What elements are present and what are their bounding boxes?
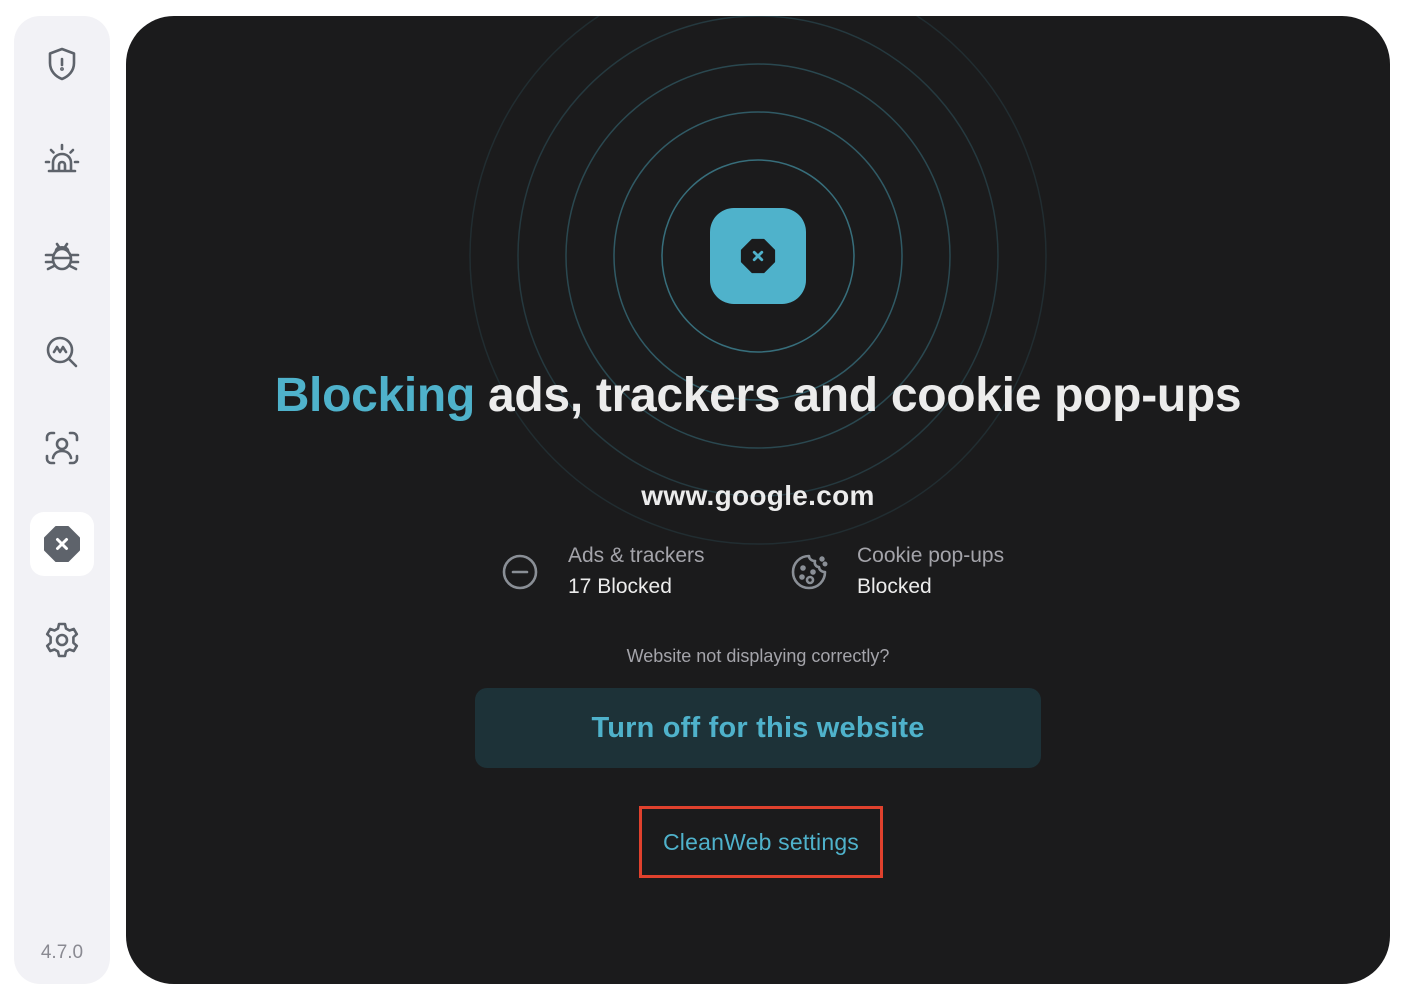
nav-item-cleanweb[interactable] [30, 512, 94, 576]
stop-octagon-icon [740, 238, 776, 274]
nav-item-alarm[interactable] [30, 128, 94, 192]
cleanweb-hero-badge [710, 208, 806, 304]
cookie-popups-status: Blocked [857, 575, 932, 598]
title-rest: ads, trackers and cookie pop-ups [474, 369, 1242, 422]
ads-trackers-stat: Ads & trackers 17 Blocked [500, 542, 705, 602]
ads-trackers-label: Ads & trackers [568, 544, 705, 567]
ads-trackers-count: 17 Blocked [568, 575, 672, 598]
nav-item-search[interactable] [30, 320, 94, 384]
help-question: Website not displaying correctly? [626, 646, 890, 666]
sidebar: 4.7.0 [14, 16, 110, 984]
cookie-popups-stat: Cookie pop-ups Blocked [789, 542, 1004, 602]
face-scan-icon [45, 431, 79, 465]
cleanweb-settings-link[interactable]: CleanWeb settings [639, 806, 883, 878]
version-label: 4.7.0 [40, 942, 84, 963]
minus-circle-icon [502, 554, 538, 590]
search-scan-icon [46, 336, 78, 368]
nav-item-identity[interactable] [30, 416, 94, 480]
nav-item-shield[interactable] [30, 32, 94, 96]
shield-icon [48, 47, 76, 81]
nav-item-bug[interactable] [30, 224, 94, 288]
current-domain: www.google.com [641, 480, 875, 511]
nav-item-settings[interactable] [30, 608, 94, 672]
cookie-popups-label: Cookie pop-ups [857, 544, 1005, 567]
cleanweb-icon [44, 526, 80, 562]
page-title: Blocking ads, trackers and cookie pop-up… [126, 368, 1390, 423]
cookie-icon [791, 554, 828, 590]
main-panel: Blocking ads, trackers and cookie pop-up… [126, 16, 1390, 984]
gear-icon [45, 622, 79, 658]
alarm-icon [44, 143, 80, 173]
bug-icon [44, 242, 80, 271]
turn-off-button[interactable]: Turn off for this website [475, 688, 1041, 768]
title-accent: Blocking [274, 369, 476, 422]
